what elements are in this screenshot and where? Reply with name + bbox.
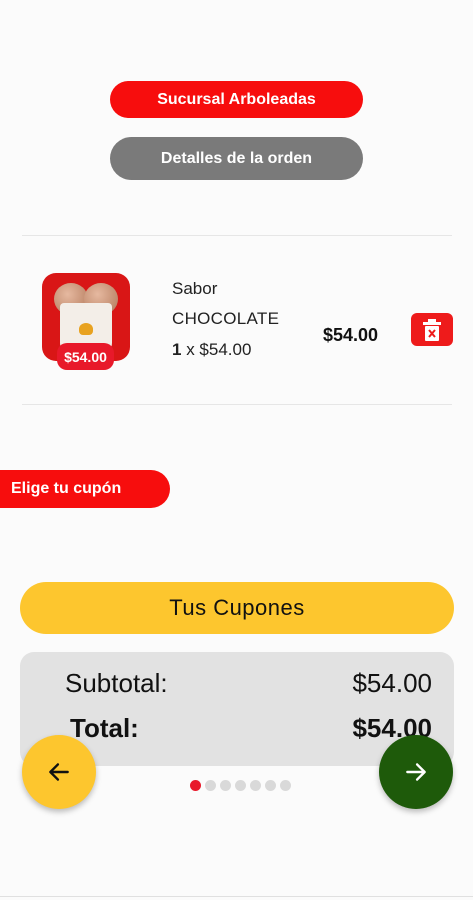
branch-button[interactable]: Sucursal Arboleadas <box>110 81 363 118</box>
page-dot <box>190 780 201 791</box>
page-dot <box>250 780 261 791</box>
divider <box>22 404 452 405</box>
page-dot <box>220 780 231 791</box>
next-button[interactable] <box>379 735 453 809</box>
page-indicator <box>190 780 291 791</box>
back-button[interactable] <box>22 735 96 809</box>
page-dot <box>205 780 216 791</box>
delete-item-button[interactable] <box>411 313 453 346</box>
subtotal-label: Subtotal: <box>65 668 168 698</box>
brand-logo <box>79 323 93 335</box>
price-badge: $54.00 <box>57 343 114 370</box>
flavor-label: Sabor <box>172 279 218 298</box>
flavor-name: CHOCOLATE <box>172 309 280 328</box>
page-dot <box>265 780 276 791</box>
my-coupons-button[interactable]: Tus Cupones <box>20 582 454 634</box>
arrow-left-icon <box>49 763 69 781</box>
quantity-value: 1 <box>172 340 182 359</box>
page-dot <box>235 780 246 791</box>
total-label: Total: <box>70 713 139 743</box>
subtotal-value: $54.00 <box>352 668 432 698</box>
page-dot <box>280 780 291 791</box>
quantity-line: 1 x $54.00 <box>172 340 251 360</box>
line-total: $54.00 <box>323 325 379 345</box>
arrow-right-icon <box>406 763 426 781</box>
order-details-button[interactable]: Detalles de la orden <box>110 137 363 180</box>
trash-icon <box>423 318 441 341</box>
choose-coupon-label: Elige tu cupón <box>0 470 170 508</box>
divider <box>0 896 473 897</box>
divider <box>22 235 452 236</box>
unit-price: x $54.00 <box>186 340 252 359</box>
